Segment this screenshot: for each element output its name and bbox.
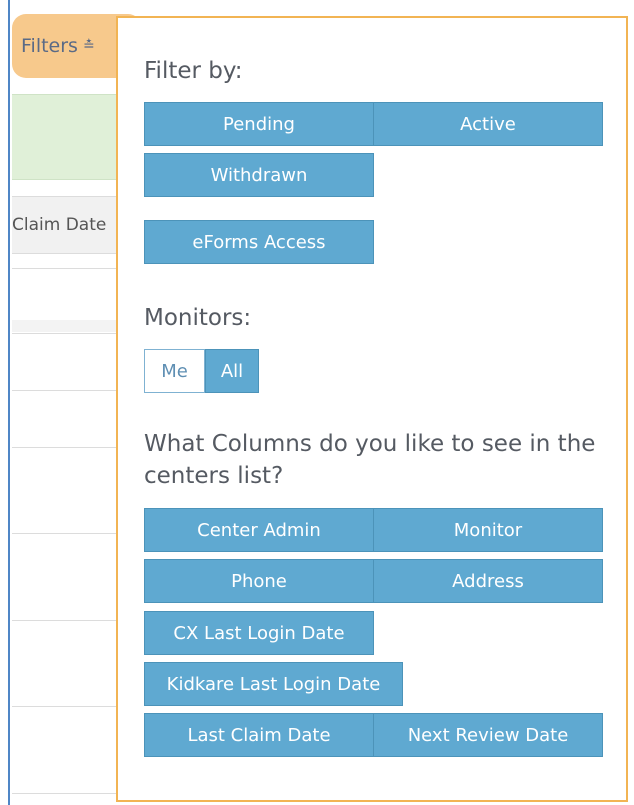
monitors-title: Monitors: (144, 305, 252, 331)
monitors-all-toggle[interactable]: All (205, 349, 259, 393)
filter-pending-button[interactable]: Pending (144, 102, 374, 146)
table-row-divider (12, 447, 122, 448)
table-row-divider (12, 706, 122, 707)
monitors-me-toggle[interactable]: Me (144, 349, 205, 393)
page-left-border (0, 0, 10, 805)
column-header-claim-date[interactable]: Claim Date (12, 196, 122, 254)
table-row-divider (12, 533, 122, 534)
column-address-button[interactable]: Address (373, 559, 603, 603)
table-row-divider (12, 620, 122, 621)
table-row-divider (12, 793, 122, 794)
column-cx-last-login-button[interactable]: CX Last Login Date (144, 611, 374, 655)
column-last-claim-date-button[interactable]: Last Claim Date (144, 713, 374, 757)
filter-active-button[interactable]: Active (373, 102, 603, 146)
eforms-access-button[interactable]: eForms Access (144, 220, 374, 264)
column-next-review-date-button[interactable]: Next Review Date (373, 713, 603, 757)
double-chevron-down-icon: ≛ (82, 38, 95, 54)
column-monitor-button[interactable]: Monitor (373, 508, 603, 552)
table-row-divider (12, 268, 122, 269)
table-row-divider (12, 390, 122, 391)
column-phone-button[interactable]: Phone (144, 559, 374, 603)
filters-popover: Filter by: Pending Active Withdrawn eFor… (116, 16, 628, 802)
column-kidkare-last-login-button[interactable]: Kidkare Last Login Date (144, 662, 403, 706)
highlight-band (12, 94, 122, 180)
columns-title: What Columns do you like to see in the c… (144, 431, 596, 489)
column-header-label: Claim Date (12, 215, 107, 235)
table-row-divider (12, 333, 122, 334)
filter-by-title: Filter by: (144, 58, 243, 84)
filters-label: Filters (21, 35, 78, 57)
table-row-shade (12, 320, 122, 332)
column-center-admin-button[interactable]: Center Admin (144, 508, 374, 552)
filter-withdrawn-button[interactable]: Withdrawn (144, 153, 374, 197)
